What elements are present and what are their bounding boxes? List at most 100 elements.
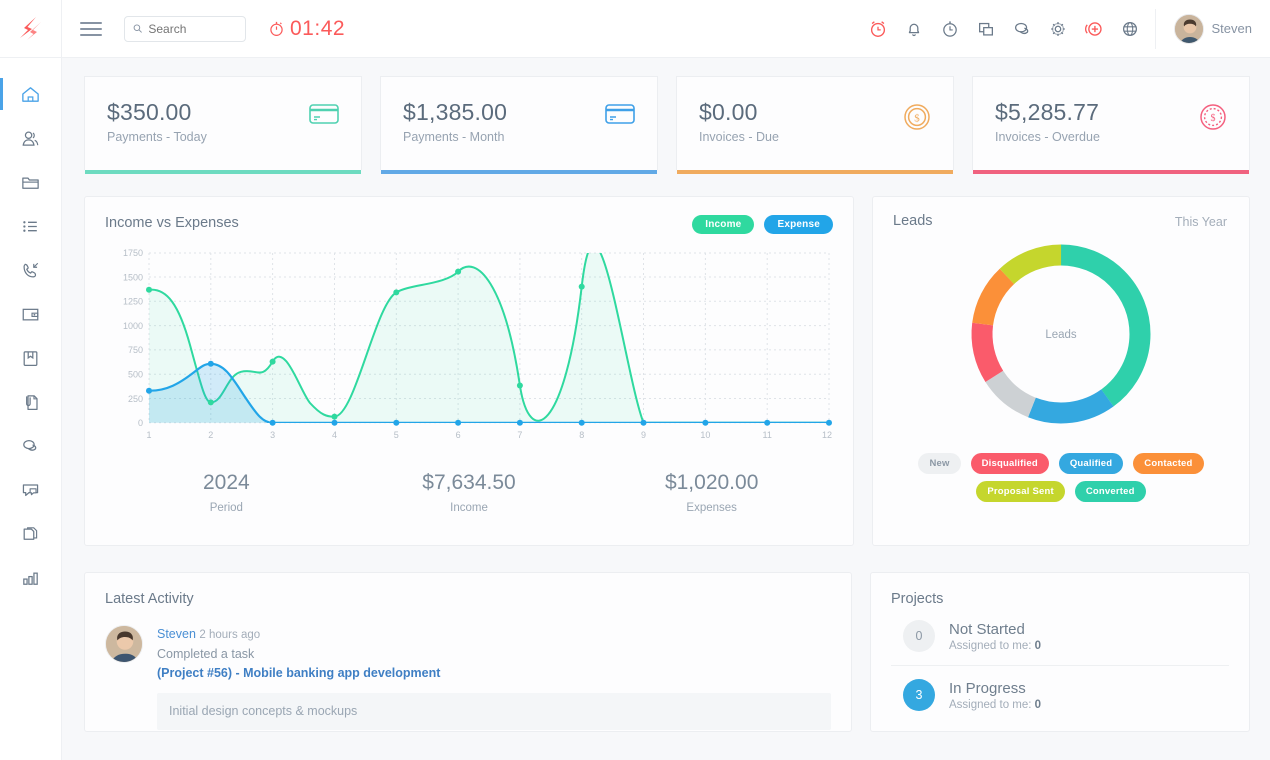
dashboard-row-charts: Income vs Expenses Income Expense 1750 1…	[84, 196, 1250, 546]
list-icon	[23, 220, 37, 232]
sidebar-item-payments[interactable]	[0, 292, 61, 336]
sidebar-item-home[interactable]	[0, 72, 61, 116]
sidebar-item-contacts[interactable]	[0, 116, 61, 160]
svg-text:8: 8	[579, 430, 584, 440]
footer-stat-label: Period	[209, 502, 243, 514]
latest-activity-card: Latest Activity Steven 2 hours ago Compl…	[84, 572, 852, 732]
svg-text:10: 10	[700, 430, 710, 440]
income-expenses-card: Income vs Expenses Income Expense 1750 1…	[84, 196, 854, 546]
dashboard-row-lists: Latest Activity Steven 2 hours ago Compl…	[84, 572, 1250, 732]
flame-logo-icon	[19, 16, 41, 40]
project-status-name: In Progress	[949, 679, 1026, 697]
svg-text:4: 4	[332, 430, 337, 440]
sidebar-item-files[interactable]	[0, 512, 61, 556]
leads-card: Leads This Year Leads New Disqualified Q…	[872, 196, 1250, 546]
card-title: Projects	[891, 591, 944, 607]
svg-text:1000: 1000	[123, 321, 143, 331]
avatar	[1173, 13, 1204, 44]
stat-value: $0.00	[699, 99, 758, 125]
projects-card: Projects 0 Not Started Assigned to me: 0…	[870, 572, 1250, 732]
project-assigned: Assigned to me: 0	[949, 699, 1041, 711]
top-icon-group	[867, 18, 1149, 40]
hamburger-menu-icon[interactable]	[80, 18, 102, 40]
stat-card-payments-today[interactable]: $350.00 Payments - Today	[84, 76, 362, 174]
search-input[interactable]	[148, 21, 237, 36]
svg-text:500: 500	[128, 370, 143, 380]
avatar	[105, 625, 143, 663]
folder-icon	[22, 176, 39, 189]
legend-pill-income[interactable]: Income	[692, 215, 755, 234]
stat-accent-bar	[973, 170, 1249, 174]
line-chart: 1750 1500 1250 1000 750 500 250 0 1 2 3 …	[105, 245, 833, 445]
stat-card-invoices-due[interactable]: $0.00 Invoices - Due $	[676, 76, 954, 174]
activity-user[interactable]: Steven	[157, 627, 196, 641]
sidebar-item-support[interactable]	[0, 468, 61, 512]
svg-text:250: 250	[128, 394, 143, 404]
lead-tag-contacted[interactable]: Contacted	[1133, 453, 1204, 474]
bell-icon[interactable]	[903, 18, 925, 40]
svg-text:12: 12	[822, 430, 832, 440]
lead-tag-qualified[interactable]: Qualified	[1058, 453, 1124, 474]
app-logo[interactable]	[0, 0, 62, 58]
sidebar-item-reports[interactable]	[0, 556, 61, 600]
coin-dashed-icon: $	[1199, 103, 1227, 136]
donut-center-label: Leads	[1045, 329, 1077, 341]
stat-card-invoices-overdue[interactable]: $5,285.77 Invoices - Overdue $	[972, 76, 1250, 174]
project-status-not-started[interactable]: 0 Not Started Assigned to me: 0	[891, 607, 1229, 665]
card-title: Latest Activity	[105, 591, 194, 607]
svg-text:$: $	[1211, 113, 1216, 124]
svg-text:7: 7	[517, 430, 522, 440]
user-menu[interactable]: Steven	[1154, 8, 1270, 49]
lead-tag-new[interactable]: New	[918, 453, 961, 474]
stat-value: $5,285.77	[995, 99, 1100, 125]
project-assigned: Assigned to me: 0	[949, 640, 1041, 652]
sidebar-item-projects[interactable]	[0, 160, 61, 204]
chat-bubbles-icon[interactable]	[1011, 18, 1033, 40]
sidebar-item-knowledge-base[interactable]	[0, 336, 61, 380]
footer-stat-label: Income	[450, 502, 488, 514]
stopwatch-icon	[270, 21, 283, 36]
credit-card-icon	[605, 103, 635, 130]
sidebar-item-calls[interactable]	[0, 248, 61, 292]
gear-icon[interactable]	[1047, 18, 1069, 40]
activity-item: Steven 2 hours ago Completed a task (Pro…	[105, 625, 831, 730]
add-circle-icon[interactable]	[1083, 18, 1105, 40]
search-icon	[133, 24, 142, 33]
main-content: $350.00 Payments - Today $1,385.00 Payme…	[62, 58, 1270, 760]
alarm-clock-icon[interactable]	[867, 18, 889, 40]
activity-time: 2 hours ago	[199, 629, 261, 641]
sidebar-item-documents[interactable]	[0, 380, 61, 424]
chart-svg: 1750 1500 1250 1000 750 500 250 0 1 2 3 …	[123, 248, 832, 440]
status-badge: 3	[903, 679, 935, 711]
copy-files-icon	[23, 526, 38, 540]
windows-icon[interactable]	[975, 18, 997, 40]
footer-stat-value: $7,634.50	[422, 471, 516, 494]
timer-value: 01:42	[290, 16, 346, 40]
lead-tag-proposal-sent[interactable]: Proposal Sent	[976, 481, 1065, 502]
legend-pill-expense[interactable]: Expense	[764, 215, 833, 234]
chart-footer-stats: 2024 Period $7,634.50 Income $1,020.00 E…	[105, 471, 833, 514]
lead-tag-disqualified[interactable]: Disqualified	[970, 453, 1049, 474]
svg-text:11: 11	[763, 430, 772, 440]
sidebar-item-tasks[interactable]	[0, 204, 61, 248]
timer-icon[interactable]	[939, 18, 961, 40]
project-status-in-progress[interactable]: 3 In Progress Assigned to me: 0	[891, 665, 1229, 724]
activity-project-link[interactable]: (Project #56) - Mobile banking app devel…	[157, 664, 831, 683]
sidebar	[0, 58, 62, 760]
leads-donut-svg: Leads	[971, 244, 1151, 424]
svg-text:5: 5	[394, 430, 399, 440]
stat-card-payments-month[interactable]: $1,385.00 Payments - Month	[380, 76, 658, 174]
wallet-icon	[22, 308, 39, 320]
stat-label: Invoices - Due	[699, 130, 779, 144]
lead-tag-converted[interactable]: Converted	[1074, 481, 1146, 502]
svg-text:0: 0	[138, 418, 143, 428]
session-timer[interactable]: 01:42	[268, 17, 345, 41]
sidebar-item-discussions[interactable]	[0, 424, 61, 468]
stat-label: Payments - Month	[403, 130, 505, 144]
leads-period-selector[interactable]: This Year	[1175, 215, 1227, 229]
top-bar: 01:42	[0, 0, 1270, 58]
project-status-name: Not Started	[949, 620, 1025, 638]
search-box[interactable]	[124, 15, 246, 42]
leads-legend: New Disqualified Qualified Contacted Pro…	[893, 453, 1229, 502]
globe-icon[interactable]	[1119, 18, 1141, 40]
